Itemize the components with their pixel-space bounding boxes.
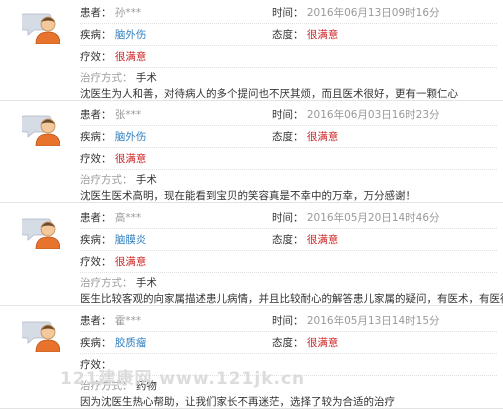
attitude-rating: 很满意 [306, 131, 339, 143]
divider [80, 169, 497, 170]
user-avatar-icon [20, 112, 61, 147]
treatment-label: 治疗方式： [80, 277, 133, 289]
disease-link[interactable]: 脑外伤 [115, 131, 147, 143]
treatment-label: 治疗方式： [80, 174, 133, 186]
divider [80, 147, 497, 148]
review-item: 患者： 张*** 时间： 2016年06月03日16时23分 疾病： 脑外伤 态… [0, 102, 503, 203]
efficacy-rating: 很满意 [114, 51, 147, 63]
user-avatar-icon [20, 10, 61, 45]
treatment-label: 治疗方式： [80, 380, 133, 392]
patient-label: 患者： [80, 109, 112, 121]
attitude-label: 态度： [272, 29, 304, 41]
time-label: 时间： [272, 7, 304, 19]
review-time: 2016年06月13日09时16分 [306, 7, 440, 19]
attitude-rating: 很满意 [306, 234, 339, 246]
efficacy-label: 疗效： [80, 153, 112, 165]
divider [80, 375, 497, 376]
attitude-label: 态度： [272, 234, 304, 246]
patient-name: 霍*** [114, 315, 142, 327]
review-comment: 沈医生为人和善，对待病人的多个提问也不厌其烦，而且医术很好，更有一颗仁心 [80, 88, 458, 100]
review-item: 患者： 霍*** 时间： 2016年05月13日14时15分 疾病： 胶质瘤 态… [0, 308, 503, 409]
patient-label: 患者： [80, 7, 112, 19]
disease-label: 疾病： [80, 29, 112, 41]
divider [80, 45, 497, 46]
efficacy-rating: 很满意 [114, 153, 147, 165]
divider [80, 228, 497, 229]
patient-label: 患者： [80, 212, 112, 224]
patient-name: 孙*** [114, 7, 142, 19]
patient-label: 患者： [80, 315, 112, 327]
review-time: 2016年06月03日16时23分 [306, 109, 440, 121]
disease-label: 疾病： [80, 337, 112, 349]
divider [80, 353, 497, 354]
disease-label: 疾病： [80, 234, 112, 246]
divider [80, 250, 497, 251]
review-time: 2016年05月20日14时46分 [306, 212, 440, 224]
divider [80, 125, 497, 126]
treatment-value: 手术 [135, 174, 157, 186]
review-comment: 医生比较客观的向家属描述患儿病情，并且比较耐心的解答患儿家属的疑问，有医术，有医… [80, 293, 503, 305]
attitude-label: 态度： [272, 337, 304, 349]
disease-link[interactable]: 脑外伤 [115, 29, 147, 41]
review-item: 患者： 孙*** 时间： 2016年06月13日09时16分 疾病： 脑外伤 态… [0, 0, 503, 101]
disease-label: 疾病： [80, 131, 112, 143]
attitude-rating: 很满意 [306, 337, 339, 349]
divider [80, 67, 497, 68]
treatment-value: 药物 [135, 380, 157, 392]
attitude-label: 态度： [272, 131, 304, 143]
attitude-rating: 很满意 [306, 29, 339, 41]
time-label: 时间： [272, 212, 304, 224]
divider [80, 23, 497, 24]
patient-name: 高*** [114, 212, 142, 224]
time-label: 时间： [272, 109, 304, 121]
treatment-value: 手术 [135, 72, 157, 84]
efficacy-label: 疗效： [80, 359, 112, 371]
divider [80, 331, 497, 332]
divider [80, 272, 497, 273]
disease-link[interactable]: 脑膜炎 [115, 234, 147, 246]
time-label: 时间： [272, 315, 304, 327]
patient-name: 张*** [114, 109, 142, 121]
efficacy-label: 疗效： [80, 51, 112, 63]
review-comment: 因为沈医生热心帮助，让我们家长不再迷茫，选择了较为合适的治疗 [80, 396, 395, 408]
review-item: 患者： 高*** 时间： 2016年05月20日14时46分 疾病： 脑膜炎 态… [0, 205, 503, 306]
treatment-label: 治疗方式： [80, 72, 133, 84]
review-comment: 沈医生医术高明，现在能看到宝贝的笑容真是不幸中的万幸，万分感谢！ [80, 190, 416, 202]
disease-link[interactable]: 胶质瘤 [115, 337, 147, 349]
review-time: 2016年05月13日14时15分 [306, 315, 440, 327]
user-avatar-icon [20, 215, 61, 250]
treatment-value: 手术 [135, 277, 157, 289]
user-avatar-icon [20, 318, 61, 353]
efficacy-rating: 很满意 [114, 256, 147, 268]
efficacy-label: 疗效： [80, 256, 112, 268]
